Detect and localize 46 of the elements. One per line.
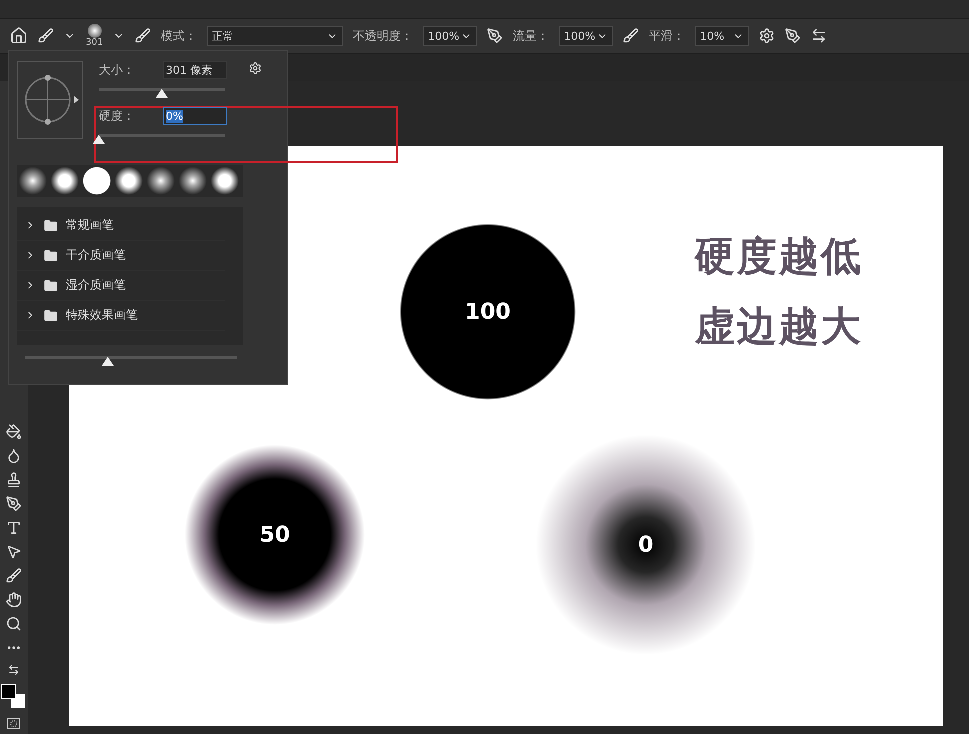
folder-icon bbox=[44, 218, 58, 232]
brush-angle-preview[interactable] bbox=[17, 61, 83, 139]
mode-dropdown[interactable]: 正常 bbox=[207, 26, 344, 46]
caption-text: 硬度越低 bbox=[695, 233, 863, 281]
circle-label: 100 bbox=[465, 300, 511, 324]
paint-bucket-icon[interactable] bbox=[6, 424, 22, 440]
opacity-field[interactable]: 100% bbox=[423, 26, 478, 46]
flow-label: 流量： bbox=[513, 28, 550, 44]
caption-text: 虚边越大 bbox=[695, 303, 863, 351]
zoom-icon[interactable] bbox=[6, 616, 22, 632]
hardness-field[interactable]: 0% bbox=[163, 107, 227, 125]
slider-thumb[interactable] bbox=[102, 357, 114, 366]
slider-thumb[interactable] bbox=[93, 135, 105, 144]
brush-folder[interactable]: 常规画笔 bbox=[17, 211, 225, 241]
circle-label: 0 bbox=[638, 532, 654, 558]
brush-preset[interactable] bbox=[209, 165, 241, 197]
folder-icon bbox=[44, 278, 58, 292]
brush-preset-picker[interactable]: 301 bbox=[86, 24, 104, 48]
size-field[interactable]: 301 像素 bbox=[163, 61, 227, 79]
brush-icon[interactable] bbox=[38, 28, 54, 44]
opacity-label: 不透明度： bbox=[353, 28, 414, 44]
home-icon[interactable] bbox=[10, 27, 28, 45]
mode-label: 模式： bbox=[161, 28, 198, 44]
smoothing-field[interactable]: 10% bbox=[695, 26, 750, 46]
quick-mask-icon[interactable] bbox=[7, 718, 21, 730]
type-icon[interactable] bbox=[6, 520, 22, 536]
swap-colors-icon[interactable] bbox=[8, 664, 20, 676]
settings-icon[interactable] bbox=[759, 28, 776, 44]
smoothing-label: 平滑： bbox=[649, 28, 686, 44]
hardness-label: 硬度： bbox=[99, 108, 136, 124]
brush-preset[interactable] bbox=[17, 165, 49, 197]
settings-icon[interactable] bbox=[249, 62, 262, 75]
arrow-icon[interactable] bbox=[6, 544, 22, 560]
folder-icon bbox=[44, 308, 58, 322]
flow-field[interactable]: 100% bbox=[559, 26, 614, 46]
hand-icon[interactable] bbox=[6, 592, 22, 608]
brush-folder[interactable]: 干介质画笔 bbox=[17, 241, 225, 271]
color-swatches-icon[interactable] bbox=[1, 684, 27, 710]
brush-folder[interactable]: 湿介质画笔 bbox=[17, 271, 225, 301]
folder-icon bbox=[44, 248, 58, 262]
size-label: 大小： bbox=[99, 62, 136, 78]
pen-icon[interactable] bbox=[6, 496, 22, 512]
brush-folder[interactable]: 特殊效果画笔 bbox=[17, 301, 225, 331]
circle-label: 50 bbox=[260, 522, 290, 548]
brush-settings-icon[interactable] bbox=[135, 28, 152, 44]
slider-thumb[interactable] bbox=[156, 89, 168, 98]
